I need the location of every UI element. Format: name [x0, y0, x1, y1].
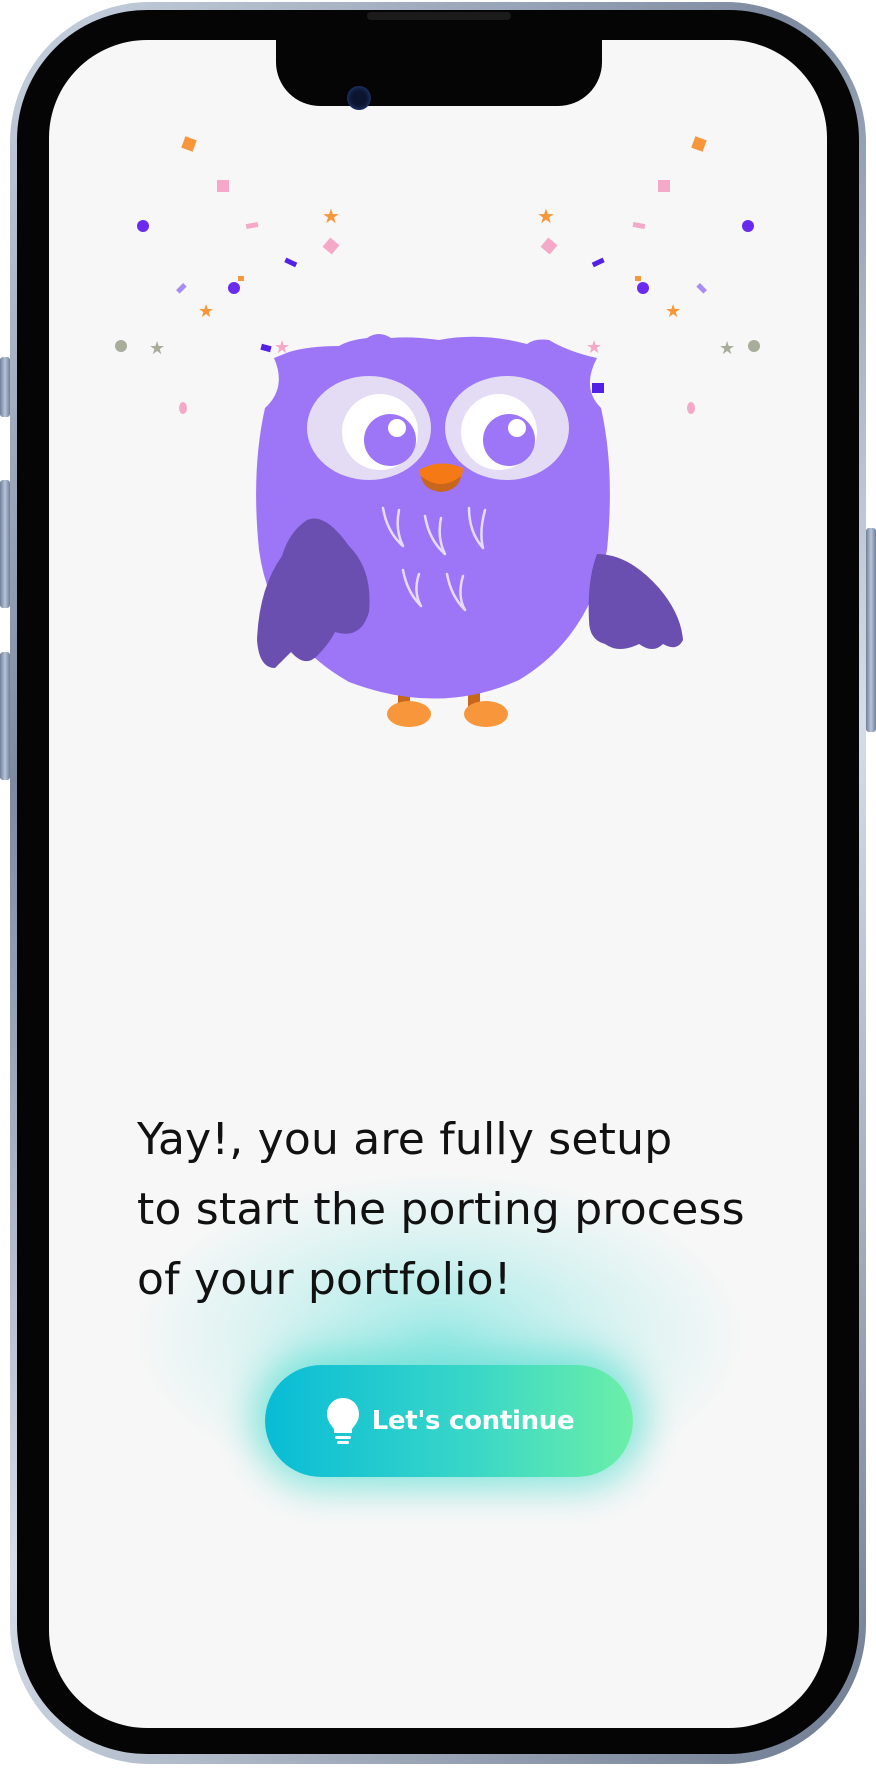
svg-text:★: ★: [537, 204, 555, 228]
svg-text:★: ★: [665, 301, 681, 322]
svg-text:★: ★: [586, 337, 602, 358]
continue-button-label: Let's continue: [371, 1406, 575, 1436]
earpiece-speaker: [367, 12, 511, 20]
power-button: [866, 528, 876, 732]
owl-mascot: [256, 334, 683, 727]
app-screen: ★ ★ ★ ★ ★ ★ ★ ★ Yay!, you are fully setu…: [49, 40, 827, 1728]
svg-text:★: ★: [719, 338, 735, 359]
message-line-1: Yay!, you are fully setup: [137, 1114, 673, 1165]
svg-text:★: ★: [149, 338, 165, 359]
mute-switch: [0, 357, 10, 417]
volume-down-button: [0, 652, 10, 780]
svg-text:★: ★: [322, 204, 340, 228]
message-line-3: of your portfolio!: [137, 1254, 512, 1305]
svg-text:★: ★: [198, 301, 214, 322]
celebration-illustration: ★ ★ ★ ★ ★ ★ ★ ★: [115, 136, 760, 727]
message-line-2: to start the porting process: [137, 1184, 745, 1235]
volume-up-button: [0, 480, 10, 608]
lightbulb-icon: [326, 1398, 359, 1444]
continue-button[interactable]: Let's continue: [265, 1365, 633, 1477]
setup-complete-message: Yay!, you are fully setup to start the p…: [137, 1105, 777, 1315]
